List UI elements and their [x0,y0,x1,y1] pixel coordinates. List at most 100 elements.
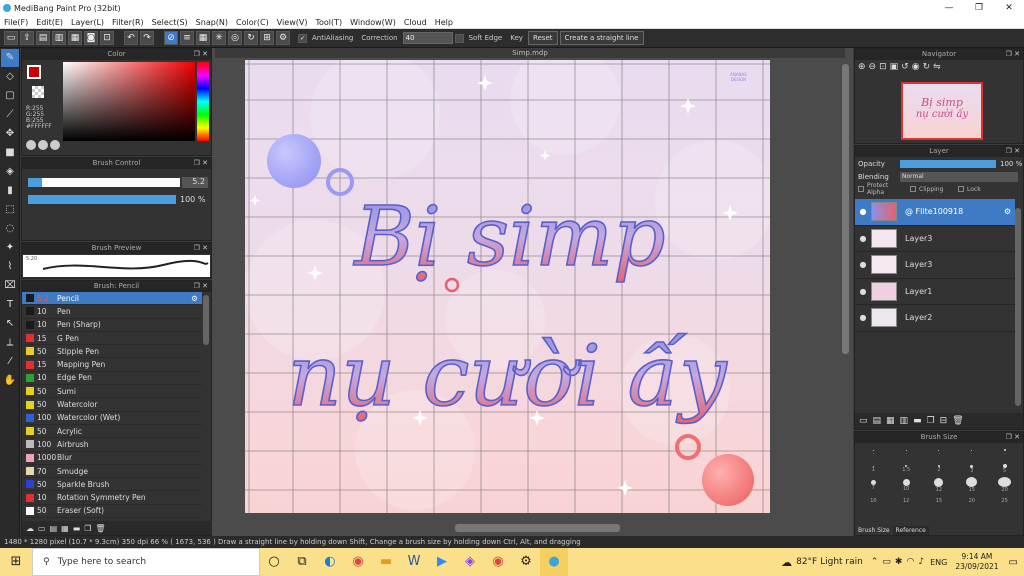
volume-icon[interactable]: ♪ [918,557,924,567]
magic-wand-icon[interactable]: ✦ [1,239,19,257]
new-8bit-layer-icon[interactable]: ▦ [886,416,895,426]
messenger-icon[interactable]: ◈ [456,548,484,576]
select-tool-icon[interactable]: ⬚ [1,201,19,219]
layer-row[interactable]: ● Layer3 [855,226,1015,252]
straight-line-button[interactable]: Create a straight line [559,31,644,45]
brush-item[interactable]: 10 Rotation Symmetry Pen [22,491,202,505]
minimize-button[interactable]: — [934,0,964,16]
snap-off-icon[interactable]: ⊘ [164,31,178,45]
new-1bit-layer-icon[interactable]: ▥ [900,416,909,426]
gradient-tool-icon[interactable]: ▮ [1,182,19,200]
crop-icon[interactable]: ⊡ [100,31,114,45]
chrome-icon[interactable]: ◉ [344,548,372,576]
brush-duplicate-icon[interactable]: ❐ [84,524,91,533]
brush-size-option[interactable]: 7 [857,477,890,493]
brush-item[interactable]: 50 Sparkle Brush [22,478,202,492]
actual-size-icon[interactable]: ▣ [890,62,899,72]
menu-tool[interactable]: Tool(T) [311,18,346,27]
brush-delete-icon[interactable]: 🗑 [95,524,105,533]
brush-size-option[interactable]: 10 [890,477,923,493]
layer-settings-icon[interactable]: ⚙ [1004,207,1011,216]
secondary-color-swatch[interactable] [32,86,44,98]
brush-item[interactable]: 50 Eraser (Soft) [22,505,202,519]
perspective-snap-icon[interactable]: ⊞ [260,31,274,45]
divide-tool-icon[interactable]: ⟂ [1,334,19,352]
flip-icon[interactable]: ⇋ [933,62,941,72]
rotate-reset-icon[interactable]: ◉ [912,62,920,72]
palette-add-icon[interactable] [50,140,60,150]
brush-add-icon[interactable]: ▭ [38,524,46,533]
brush-size-option[interactable]: 1.5 [890,461,923,477]
layer-row[interactable]: ● Layer1 [855,279,1015,305]
brush-size-option[interactable]: 15 [955,477,988,493]
windows-start-icon[interactable]: ⊞ [0,548,32,576]
weather-icon[interactable]: ☁ [781,556,792,569]
new-file-icon[interactable]: ▭ [4,31,18,45]
grid-snap-icon[interactable]: ▦ [196,31,210,45]
layer-row[interactable]: ● @ Flite100918 ⚙ [855,199,1015,226]
menu-window[interactable]: Window(W) [346,18,400,27]
color-picker-field[interactable] [63,62,195,141]
brush-folder-icon[interactable]: ▬ [73,524,81,533]
canvas-h-scrollbar[interactable] [455,524,620,532]
menu-view[interactable]: View(V) [273,18,312,27]
navigator-thumbnail[interactable]: Bị simp nụ cười ấy [901,82,983,140]
select-pen-icon[interactable]: ⌇ [1,258,19,276]
rect-fill-icon[interactable]: ■ [1,144,19,162]
brush-size-option[interactable]: 25 [988,493,1021,509]
brush-stroke-icon[interactable]: ⟋ [1,106,19,124]
brush-item[interactable]: 15 Mapping Pen [22,358,202,372]
notification-icon[interactable]: ▭ [1009,557,1018,568]
menu-cloud[interactable]: Cloud [400,18,431,27]
brush-settings-icon[interactable]: ⚙ [191,294,198,303]
new-layer-icon[interactable]: ▭ [859,416,868,426]
menu-edit[interactable]: Edit(E) [32,18,67,27]
weather-text[interactable]: 82°F Light rain [796,557,863,567]
text-tool-icon[interactable]: T [1,296,19,314]
brush-add-bitmap-icon[interactable]: ▤ [50,524,58,533]
brush-size-option[interactable]: 5 [988,461,1021,477]
delete-layer-icon[interactable]: 🗑 [952,416,963,426]
brush-size-option[interactable]: 15 [923,493,956,509]
reset-button[interactable]: Reset [527,31,558,45]
visibility-icon[interactable]: ● [855,313,871,322]
share-icon[interactable]: ⇪ [20,31,34,45]
panel-close-icon[interactable]: ❐ ✕ [1006,49,1020,60]
layer-row[interactable]: ● Layer3 [855,252,1015,279]
chat-icon[interactable]: ▤ [36,31,50,45]
brush-item[interactable]: 10 Pen (Sharp) [22,319,202,332]
curve-snap-icon[interactable]: ↻ [244,31,258,45]
brush-item[interactable]: 15 G Pen [22,332,202,346]
menu-color[interactable]: Color(C) [232,18,273,27]
brush-size-value[interactable]: 5.2 [182,177,208,188]
panel-close-icon[interactable]: ❐ ✕ [194,281,208,292]
brush-size-option[interactable]: 2 [923,461,956,477]
panel-close-icon[interactable]: ❐ ✕ [194,49,208,60]
zoom-app-icon[interactable]: ▶ [428,548,456,576]
redo-icon[interactable]: ↷ [140,31,154,45]
brush-item[interactable]: 10 Edge Pen [22,372,202,386]
brush-import-icon[interactable]: ▦ [61,524,69,533]
correction-select[interactable]: 40 [402,32,453,44]
file-explorer-icon[interactable]: ▬ [372,548,400,576]
select-eraser-icon[interactable]: ⌧ [1,277,19,295]
language-indicator[interactable]: ENG [930,558,947,567]
brush-cloud-icon[interactable]: ☁ [26,524,34,533]
snap-settings-icon[interactable]: ⚙ [276,31,290,45]
duplicate-layer-icon[interactable]: ❐ [927,416,935,426]
brush-item[interactable]: 1000 Blur [22,452,202,465]
eyedropper-icon[interactable]: ⁄ [1,353,19,371]
brush-size-option[interactable]: 12 [923,477,956,493]
brush-item[interactable]: 50 Sumi [22,385,202,399]
network-icon[interactable]: ▭ [882,557,891,567]
visibility-icon[interactable]: ● [855,287,871,296]
layer-folder-icon[interactable]: ▬ [913,416,922,426]
panel-close-icon[interactable]: ❐ ✕ [1006,146,1020,157]
taskbar-search[interactable]: ⚲ Type here to search [32,548,260,576]
zoom-in-icon[interactable]: ⊕ [858,62,866,72]
brush-size-option[interactable]: · [890,445,923,461]
merge-down-icon[interactable]: ⊟ [940,416,948,426]
brush-size-option[interactable]: 3 [955,461,988,477]
document-tab[interactable]: Simp.mdp [215,48,845,58]
operation-tool-icon[interactable]: ↖ [1,315,19,333]
